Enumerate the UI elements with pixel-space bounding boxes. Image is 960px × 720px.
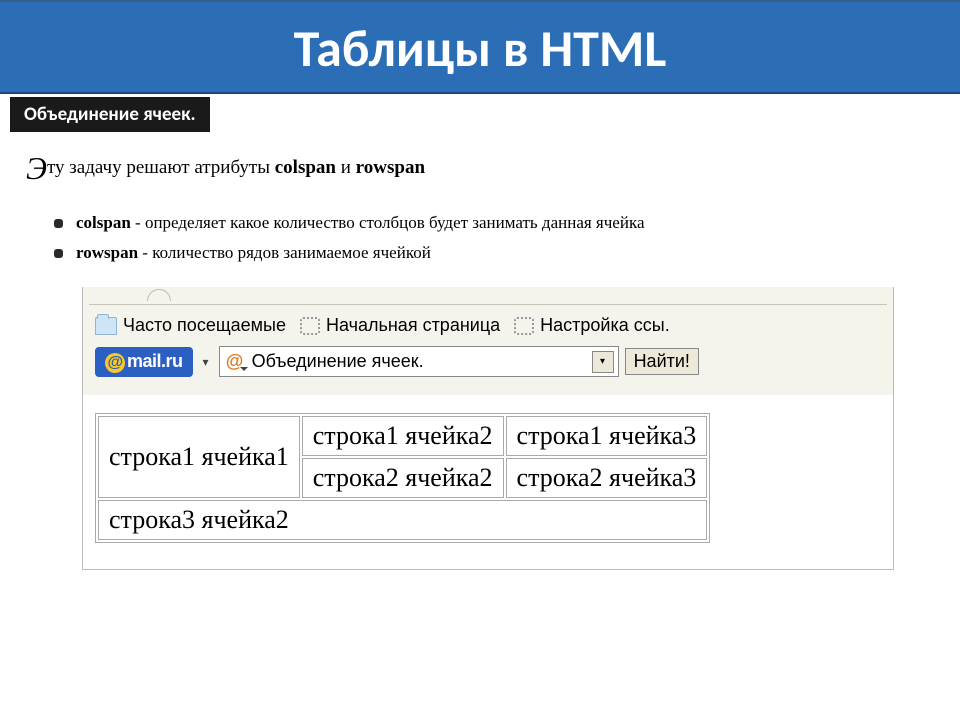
- intro-attr1: colspan: [275, 157, 336, 178]
- page-icon: [514, 317, 534, 335]
- logo-text: mail.ru: [127, 351, 183, 371]
- dropcap: Э: [26, 150, 47, 186]
- bullet-item: colspan - определяет какое количество ст…: [54, 213, 934, 233]
- browser-tab-strip: [89, 291, 887, 305]
- table-row: строка1 ячейка1 строка1 ячейка2 строка1 …: [98, 416, 707, 456]
- slide-title: Таблицы в HTML: [0, 0, 960, 94]
- chevron-down-icon[interactable]: ▾: [592, 351, 614, 373]
- intro-text: Эту задачу решают атрибуты colspan и row…: [26, 150, 934, 187]
- slide-content: Эту задачу решают атрибуты colspan и row…: [0, 132, 960, 570]
- table-cell: строка1 ячейка2: [302, 416, 504, 456]
- browser-screenshot: Часто посещаемые Начальная страница Наст…: [82, 287, 894, 570]
- bookmark-label: Начальная страница: [326, 315, 500, 336]
- table-cell: строка1 ячейка1: [98, 416, 300, 498]
- mailru-logo[interactable]: @mail.ru: [95, 347, 193, 377]
- slide-subtitle: Объединение ячеек.: [10, 97, 210, 132]
- browser-chrome: Часто посещаемые Начальная страница Наст…: [83, 287, 893, 395]
- bookmark-frequent[interactable]: Часто посещаемые: [95, 315, 286, 336]
- intro-and: и: [336, 157, 356, 178]
- search-button[interactable]: Найти!: [625, 348, 699, 375]
- table-row: строка3 ячейка2: [98, 500, 707, 540]
- table-cell: строка2 ячейка2: [302, 458, 504, 498]
- intro-before: ту задачу решают атрибуты: [47, 157, 275, 178]
- page-icon: [300, 317, 320, 335]
- bullet-list: colspan - определяет какое количество ст…: [54, 213, 934, 263]
- table-cell: строка3 ячейка2: [98, 500, 707, 540]
- chevron-down-icon[interactable]: ▾: [199, 355, 213, 369]
- at-icon: @: [105, 353, 125, 373]
- search-text: Объединение ячеек.: [246, 349, 592, 374]
- intro-attr2: rowspan: [356, 157, 425, 178]
- bullet-desc: - определяет какое количество столбцов б…: [131, 213, 645, 232]
- bookmarks-bar: Часто посещаемые Начальная страница Наст…: [89, 313, 887, 346]
- bookmark-start-page[interactable]: Начальная страница: [300, 315, 500, 336]
- search-toolbar: @mail.ru ▾ @ Объединение ячеек. ▾ Найти!: [89, 346, 887, 387]
- browser-page: строка1 ячейка1 строка1 ячейка2 строка1 …: [83, 395, 893, 569]
- bookmark-label: Часто посещаемые: [123, 315, 286, 336]
- example-table: строка1 ячейка1 строка1 ячейка2 строка1 …: [95, 413, 710, 543]
- bullet-term: rowspan: [76, 243, 138, 262]
- bullet-desc: - количество рядов занимаемое ячейкой: [138, 243, 431, 262]
- search-engine-icon: @: [224, 351, 246, 373]
- folder-icon: [95, 317, 117, 335]
- bookmark-links-config[interactable]: Настройка ссы.: [514, 315, 670, 336]
- bullet-term: colspan: [76, 213, 131, 232]
- search-input[interactable]: @ Объединение ячеек. ▾: [219, 346, 619, 377]
- bullet-item: rowspan - количество рядов занимаемое яч…: [54, 243, 934, 263]
- table-cell: строка2 ячейка3: [506, 458, 708, 498]
- bookmark-label: Настройка ссы.: [540, 315, 670, 336]
- table-cell: строка1 ячейка3: [506, 416, 708, 456]
